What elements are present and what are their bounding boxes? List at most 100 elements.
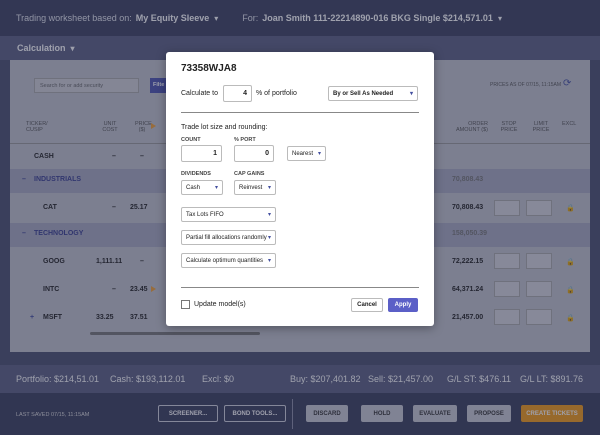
divider [181,112,419,113]
unit-cost: 1,111.11 [96,258,123,265]
percent-label: % of portfolio [256,90,297,97]
count-input[interactable]: 1 [181,145,222,162]
gl-st: G/L ST: $476.11 [447,374,512,384]
calculation-menu[interactable]: Calculation [17,43,66,53]
summary-bar: Portfolio: $214,51.01 Cash: $193,112.01 … [0,365,600,393]
tax-lots-select[interactable]: Tax Lots FIFO ▾ [181,207,276,222]
limit-price-input[interactable] [526,281,552,297]
screener-button[interactable]: SCREENER... [158,405,218,422]
calculation-dialog: 73358WJA8 Calculate to 4 % of portfolio … [166,52,434,326]
unit-cost: – [112,286,116,293]
limit-price-input[interactable] [526,253,552,269]
section-label: INDUSTRIALS [34,176,82,183]
divider [292,399,293,429]
for-label: For: [242,13,259,23]
lock-icon[interactable]: 🔒 [566,314,575,322]
section-amount: 158,050.39 [452,230,488,237]
price: – [140,153,144,160]
chevron-down-icon: ▾ [267,258,271,264]
worksheet-label: Trading worksheet based on: [16,13,132,23]
dividends-select[interactable]: Cash ▾ [181,180,223,195]
chevron-down-icon: ▾ [409,91,413,97]
refresh-icon[interactable]: ⟳ [563,78,571,89]
order-amount[interactable]: 21,457.00 [452,314,483,321]
rounding-select-value: Nearest [292,150,314,157]
divider [181,287,419,288]
col-order-amount[interactable]: ORDER AMOUNT ($) [448,121,488,133]
chevron-down-icon[interactable]: ▾ [498,14,502,23]
lot-heading: Trade lot size and rounding: [181,124,268,131]
optimum-select-value: Calculate optimum quantities [186,257,264,264]
top-bar: Trading worksheet based on: My Equity Sl… [0,0,600,36]
ticker: MSFT [43,314,63,321]
flag-icon [151,286,156,292]
price: 25.17 [130,204,148,211]
ticker: GOOG [43,258,65,265]
cap-gains-select-value: Reinvest [239,184,263,191]
partial-fill-select-value: Partial fill allocations randomly [186,234,267,241]
order-amount[interactable]: 64,371.24 [452,286,483,293]
update-models-label: Update model(s) [194,301,246,308]
apply-button[interactable]: Apply [388,298,418,312]
lock-icon[interactable]: 🔒 [566,204,575,212]
col-limit-price[interactable]: LIMIT PRICE [530,121,552,133]
limit-price-input[interactable] [526,309,552,325]
col-unit-cost[interactable]: UNIT COST [100,121,120,133]
lock-icon[interactable]: 🔒 [566,286,575,294]
ticker: CASH [34,153,54,160]
discard-button[interactable]: DISCARD [306,405,348,422]
port-input[interactable]: 0 [234,145,274,162]
cash-total: Cash: $193,112.01 [110,374,186,384]
chevron-down-icon: ▾ [267,212,271,218]
percent-input[interactable]: 4 [223,85,252,102]
account-selector[interactable]: Joan Smith 111-22214890-016 BKG Single $… [262,13,493,23]
worksheet-selector[interactable]: My Equity Sleeve [136,13,210,23]
stop-price-input[interactable] [494,309,520,325]
propose-button[interactable]: PROPOSE [467,405,511,422]
sell-total: Sell: $21,457.00 [368,374,434,384]
col-price[interactable]: PRICE ($) [135,121,152,133]
evaluate-button[interactable]: EVALUATE [413,405,457,422]
col-excl[interactable]: EXCL [562,121,576,127]
unit-cost: 33.25 [96,314,114,321]
cap-gains-select[interactable]: Reinvest ▾ [234,180,276,195]
mode-select-value: By or Sell As Needed [333,90,394,97]
plus-icon[interactable]: + [30,314,34,321]
chevron-down-icon[interactable]: ▾ [214,14,218,23]
chevron-down-icon: ▾ [267,185,271,191]
stop-price-input[interactable] [494,253,520,269]
bond-tools-button[interactable]: BOND TOOLS... [224,405,286,422]
horizontal-scrollbar[interactable] [90,332,260,335]
dialog-title: 73358WJA8 [181,63,237,74]
collapse-icon[interactable]: – [22,176,26,183]
chevron-down-icon: ▾ [214,185,218,191]
partial-fill-select[interactable]: Partial fill allocations randomly ▾ [181,230,276,245]
collapse-icon[interactable]: – [22,230,26,237]
section-label: TECHNOLOGY [34,230,84,237]
chevron-down-icon: ▾ [317,151,321,157]
stop-price-input[interactable] [494,200,520,216]
search-input[interactable]: Search for or add security [34,78,139,93]
limit-price-input[interactable] [526,200,552,216]
optimum-select[interactable]: Calculate optimum quantities ▾ [181,253,276,268]
gl-lt: G/L LT: $891.76 [520,374,584,384]
create-tickets-button[interactable]: CREATE TICKETS [521,405,583,422]
cancel-button[interactable]: Cancel [351,298,383,312]
order-amount[interactable]: 70,808.43 [452,204,483,211]
rounding-select[interactable]: Nearest ▾ [287,146,326,161]
order-amount[interactable]: 72,222.15 [452,258,483,265]
hold-button[interactable]: HOLD [361,405,403,422]
mode-select[interactable]: By or Sell As Needed ▾ [328,86,418,101]
chevron-down-icon: ▾ [267,235,271,241]
col-stop-price[interactable]: STOP PRICE [498,121,520,133]
dividends-label: DIVIDENDS [181,171,211,177]
ticker: INTC [43,286,60,293]
chevron-down-icon[interactable]: ▾ [71,44,75,53]
update-models-checkbox[interactable] [181,300,190,309]
section-amount: 70,808.43 [452,176,484,183]
calculate-to-label: Calculate to [181,90,218,97]
unit-cost: – [112,204,116,211]
stop-price-input[interactable] [494,281,520,297]
col-ticker[interactable]: TICKER/ CUSIP [26,121,66,133]
lock-icon[interactable]: 🔒 [566,258,575,266]
